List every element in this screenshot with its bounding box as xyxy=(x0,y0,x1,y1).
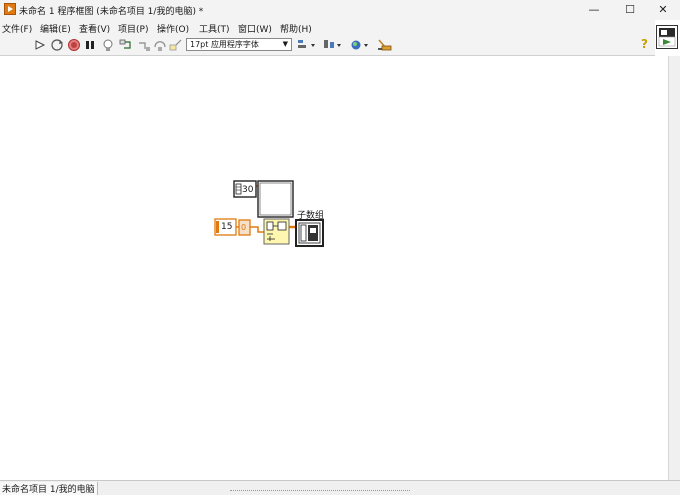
maximize-button[interactable]: ☐ xyxy=(613,0,647,20)
font-size-value: 17pt 应用程序字体 xyxy=(190,40,259,49)
diagram-svg xyxy=(214,180,324,247)
retain-wire-values-icon[interactable] xyxy=(119,38,133,52)
context-help-icon[interactable]: ? xyxy=(641,37,648,51)
menu-view[interactable]: 查看(V) xyxy=(79,22,110,35)
highlight-execution-icon[interactable] xyxy=(101,38,115,52)
menu-window[interactable]: 窗口(W) xyxy=(238,22,272,35)
menu-tools[interactable]: 工具(T) xyxy=(199,22,230,35)
minimize-button[interactable]: — xyxy=(577,0,611,20)
constant-15-value[interactable]: 15 xyxy=(221,222,232,232)
reorder-icon[interactable] xyxy=(350,38,370,52)
array-element-box[interactable] xyxy=(257,180,294,218)
vi-connector-pane-icon[interactable] xyxy=(656,25,678,49)
block-diagram-canvas[interactable]: 30 15 0 子数组 xyxy=(0,56,668,480)
close-button[interactable]: ✕ xyxy=(646,0,680,20)
array-subset-node[interactable] xyxy=(263,218,290,245)
menu-file[interactable]: 文件(F) xyxy=(2,22,32,35)
abort-icon[interactable] xyxy=(67,38,81,52)
step-out-icon[interactable] xyxy=(169,38,183,52)
align-objects-icon[interactable] xyxy=(297,38,317,52)
run-continuously-icon[interactable] xyxy=(50,38,64,52)
menu-project[interactable]: 项目(P) xyxy=(118,22,148,35)
pause-icon[interactable] xyxy=(83,38,97,52)
window-title: 未命名 1 程序框图 (未命名项目 1/我的电脑) * xyxy=(19,7,204,17)
distribute-objects-icon[interactable] xyxy=(323,38,343,52)
step-over-icon[interactable] xyxy=(153,38,167,52)
project-context-label[interactable]: 未命名项目 1/我的电脑 xyxy=(0,482,98,495)
chevron-down-icon: ▼ xyxy=(282,40,288,48)
menu-help[interactable]: 帮助(H) xyxy=(280,22,312,35)
menu-edit[interactable]: 编辑(E) xyxy=(40,22,71,35)
labview-app-icon xyxy=(4,3,16,15)
title-bar: 未命名 1 程序框图 (未命名项目 1/我的电脑) * — ☐ ✕ xyxy=(0,0,680,20)
horizontal-scroll-grip[interactable] xyxy=(230,490,410,494)
constant-0-value[interactable]: 0 xyxy=(241,223,246,232)
subarray-indicator[interactable] xyxy=(295,219,324,247)
toolbar: 17pt 应用程序字体 ▼ xyxy=(0,35,655,56)
status-bar: 未命名项目 1/我的电脑 xyxy=(0,480,680,495)
constant-30-value[interactable]: 30 xyxy=(242,185,253,195)
run-arrow-icon[interactable] xyxy=(34,38,48,52)
vertical-scrollbar[interactable] xyxy=(668,56,680,480)
wire-0[interactable] xyxy=(250,226,264,233)
subarray-label: 子数组 xyxy=(297,211,325,221)
menu-operate[interactable]: 操作(O) xyxy=(157,22,189,35)
clean-up-diagram-icon[interactable] xyxy=(376,38,394,52)
font-size-dropdown[interactable]: 17pt 应用程序字体 ▼ xyxy=(186,38,292,51)
step-into-icon[interactable] xyxy=(137,38,151,52)
menu-bar: 文件(F) 编辑(E) 查看(V) 项目(P) 操作(O) 工具(T) 窗口(W… xyxy=(0,20,655,35)
